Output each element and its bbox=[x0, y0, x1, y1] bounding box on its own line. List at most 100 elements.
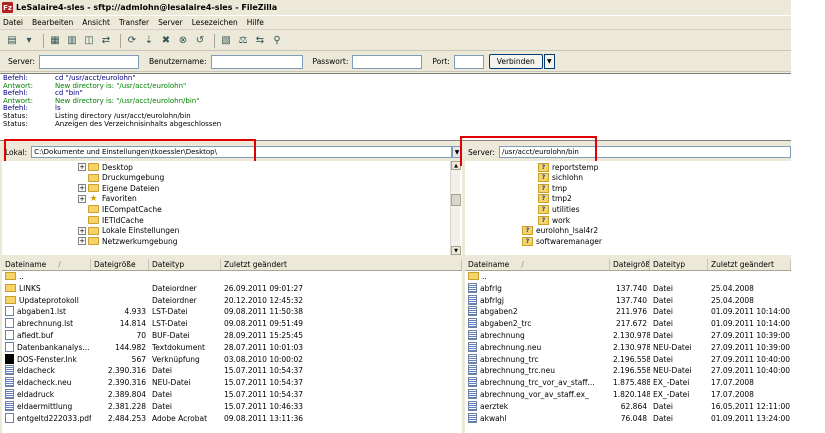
unknown-folder-icon: ? bbox=[538, 162, 549, 172]
file-row[interactable]: akwahl 76.048 Datei 01.09.2011 13:24:00 bbox=[465, 412, 791, 425]
file-row[interactable]: Updateprotokoll Dateiordner 20.12.2010 12:… bbox=[2, 295, 462, 307]
file-row[interactable]: abrechnung_trc 2.196.558 Datei 27.09.2011 1… bbox=[465, 353, 791, 366]
file-row[interactable]: abrechnung_trc.neu 2.196.558 NEU-Datei 27.0… bbox=[465, 365, 791, 377]
remote-tree-item[interactable]: ? softwaremanager bbox=[522, 236, 602, 246]
column-header[interactable]: Dateigröße bbox=[91, 259, 149, 270]
file-row[interactable]: LINKS Dateiordner 26.09.2011 09:01:27 bbox=[2, 283, 462, 295]
file-row[interactable]: abgaben1.lst 4.933 LST-Datei 09.08.2011 11:… bbox=[2, 306, 462, 318]
expand-icon[interactable]: + bbox=[78, 163, 86, 171]
remote-tree[interactable]: ? reportstemp? sichlohn? tmp? tmp2? utilities… bbox=[465, 161, 791, 255]
message-log[interactable]: Befehl: cd "/usr/acct/eurolohn" Antwort: Ne… bbox=[0, 73, 791, 141]
local-tree-item[interactable]: Druckumgebung bbox=[78, 173, 164, 183]
scroll-thumb[interactable] bbox=[451, 194, 461, 206]
toggle-log-icon[interactable]: ▦ bbox=[48, 34, 62, 48]
remote-tree-item[interactable]: ? utilities bbox=[538, 204, 580, 214]
toggle-local-tree-icon[interactable]: ▥ bbox=[65, 34, 79, 48]
local-tree[interactable]: + Desktop Druckumgebung + Eigene Dateien + ★ Fa… bbox=[2, 161, 462, 255]
remote-tree-item[interactable]: ? tmp bbox=[538, 183, 567, 193]
file-modified: 26.09.2011 09:01:27 bbox=[224, 283, 304, 293]
expand-icon[interactable]: + bbox=[78, 194, 86, 203]
file-type: NEU-Datei bbox=[152, 378, 191, 388]
menu-transfer[interactable]: Transfer bbox=[119, 18, 149, 27]
file-modified: 27.09.2011 10:40:00 bbox=[711, 354, 791, 364]
file-row[interactable]: entgeltd222033.pdf 2.484.253 Adobe Acrobat… bbox=[2, 412, 462, 425]
expand-icon[interactable]: + bbox=[78, 237, 86, 246]
expand-icon[interactable]: + bbox=[78, 226, 86, 235]
column-header[interactable]: Dateityp bbox=[650, 259, 708, 270]
menu-bearbeiten[interactable]: Bearbeiten bbox=[32, 18, 73, 27]
local-tree-item[interactable]: + ★ Favoriten bbox=[78, 194, 137, 204]
remote-file-list[interactable]: Dateiname / DateigrößeDateityp Zuletzt geän… bbox=[465, 259, 791, 433]
compare-icon[interactable]: ⚖ bbox=[236, 34, 250, 48]
column-header[interactable]: Zuletzt geändert bbox=[221, 259, 462, 270]
remote-tree-item[interactable]: ? reportstemp bbox=[538, 162, 598, 172]
local-file-list[interactable]: Dateiname / Dateigröße Dateityp Zuletzt geän… bbox=[2, 259, 462, 433]
file-modified: 15.07.2011 10:54:37 bbox=[224, 366, 304, 376]
local-tree-item[interactable]: + Desktop bbox=[78, 162, 133, 172]
toggle-remote-tree-icon[interactable]: ◫ bbox=[82, 34, 96, 48]
local-tree-scrollbar[interactable]: ▲ ▼ bbox=[450, 161, 461, 255]
column-header[interactable]: Zuletzt geändert bbox=[708, 259, 791, 270]
menu-bar: Datei Bearbeiten Ansicht Transfer Server Lese… bbox=[0, 16, 791, 30]
refresh-icon[interactable]: ⟳ bbox=[125, 34, 139, 48]
sync-browse-icon[interactable]: ⇆ bbox=[253, 34, 267, 48]
column-header[interactable]: Dateigröße bbox=[610, 259, 650, 270]
disconnect-icon[interactable]: ⊗ bbox=[176, 34, 190, 48]
filter-icon[interactable]: ▧ bbox=[219, 34, 233, 48]
file-row[interactable]: abgaben2 211.976 Datei 01.09.2011 10:14:00 bbox=[465, 306, 791, 318]
file-modified: 25.04.2008 bbox=[711, 295, 754, 305]
local-tree-item[interactable]: + Lokale Einstellungen bbox=[78, 226, 179, 236]
menu-lesezeichen[interactable]: Lesezeichen bbox=[192, 18, 238, 27]
file-row[interactable]: .. bbox=[2, 271, 462, 283]
file-row[interactable]: eldacheck.neu 2.390.316 NEU-Datei 15.07.201… bbox=[2, 377, 462, 389]
file-row[interactable]: eldadruck 2.389.804 Datei 15.07.2011 10:54:… bbox=[2, 388, 462, 401]
file-row[interactable]: eldaermittlung 2.381.228 Datei 15.07.2011 1… bbox=[2, 400, 462, 413]
reconnect-icon[interactable]: ↺ bbox=[193, 34, 207, 48]
remote-tree-item[interactable]: ? work bbox=[538, 215, 570, 225]
connect-button[interactable]: Verbinden bbox=[488, 54, 543, 69]
column-header[interactable]: Dateityp bbox=[149, 259, 221, 270]
column-header[interactable]: Dateiname / bbox=[465, 259, 610, 270]
local-tree-item[interactable]: IECompatCache bbox=[78, 204, 162, 214]
process-queue-icon[interactable]: ⇣ bbox=[142, 34, 156, 48]
file-row[interactable]: abgaben2_trc 217.672 Datei 01.09.2011 10:14… bbox=[465, 318, 791, 330]
file-icon bbox=[468, 329, 477, 340]
menu-hilfe[interactable]: Hilfe bbox=[247, 18, 264, 27]
file-row[interactable]: abrechnung_trc_vor_av_staff... 1.875.488 E… bbox=[465, 377, 791, 389]
file-row[interactable]: DOS-Fenster.lnk 567 Verknüpfung 03.08.2010 … bbox=[2, 353, 462, 366]
expand-icon[interactable]: + bbox=[78, 184, 86, 193]
search-icon[interactable]: ⚲ bbox=[270, 34, 284, 48]
file-row[interactable]: abfrlgj 137.740 Datei 25.04.2008 bbox=[465, 294, 791, 307]
remote-tree-item[interactable]: ? tmp2 bbox=[538, 194, 572, 204]
dropdown-icon[interactable]: ▾ bbox=[22, 34, 36, 48]
menu-datei[interactable]: Datei bbox=[3, 18, 23, 27]
file-row[interactable]: abrechnung_vor_av_staff.ex_ 1.820.148 EX_-… bbox=[465, 388, 791, 401]
file-row[interactable]: abrechnung.neu 2.130.978 NEU-Datei 27.09.20… bbox=[465, 341, 791, 354]
menu-ansicht[interactable]: Ansicht bbox=[82, 18, 110, 27]
server-input[interactable] bbox=[39, 54, 139, 69]
file-row[interactable]: abrechnung.lst 14.814 LST-Datei 09.08.2011 … bbox=[2, 318, 462, 330]
site-manager-icon[interactable]: ▤ bbox=[5, 34, 19, 48]
file-row[interactable]: aerztek 62.864 Datei 16.05.2011 12:11:00 bbox=[465, 400, 791, 413]
file-row[interactable]: abrechnung 2.130.978 Datei 27.09.2011 10:39… bbox=[465, 329, 791, 342]
toggle-queue-icon[interactable]: ⇄ bbox=[99, 34, 113, 48]
scroll-down-icon[interactable]: ▼ bbox=[451, 246, 461, 255]
username-input[interactable] bbox=[210, 54, 303, 69]
cancel-icon[interactable]: ✖ bbox=[159, 34, 173, 48]
connect-history-dropdown[interactable]: ▼ bbox=[543, 54, 555, 69]
remote-tree-item[interactable]: ? eurolohn_lsal4r2 bbox=[522, 226, 598, 236]
file-row[interactable]: abfrlg 137.740 Datei 25.04.2008 bbox=[465, 282, 791, 295]
menu-server[interactable]: Server bbox=[158, 18, 183, 27]
file-icon bbox=[5, 365, 14, 376]
port-input[interactable] bbox=[453, 54, 484, 69]
file-row[interactable]: .. bbox=[465, 271, 791, 283]
file-row[interactable]: Datenbankanalys... 144.982 Textdokument 28.… bbox=[2, 341, 462, 354]
remote-tree-item[interactable]: ? sichlohn bbox=[538, 173, 583, 183]
file-row[interactable]: eldacheck 2.390.316 Datei 15.07.2011 10:54:… bbox=[2, 365, 462, 377]
password-input[interactable] bbox=[352, 54, 423, 69]
local-tree-item[interactable]: + Netzwerkumgebung bbox=[78, 236, 178, 246]
column-header[interactable]: Dateiname / bbox=[2, 259, 91, 270]
file-row[interactable]: afiedt.buf 70 BUF-Datei 28.09.2011 15:25:45 bbox=[2, 329, 462, 342]
local-tree-item[interactable]: IETldCache bbox=[78, 215, 144, 225]
local-tree-item[interactable]: + Eigene Dateien bbox=[78, 183, 159, 193]
